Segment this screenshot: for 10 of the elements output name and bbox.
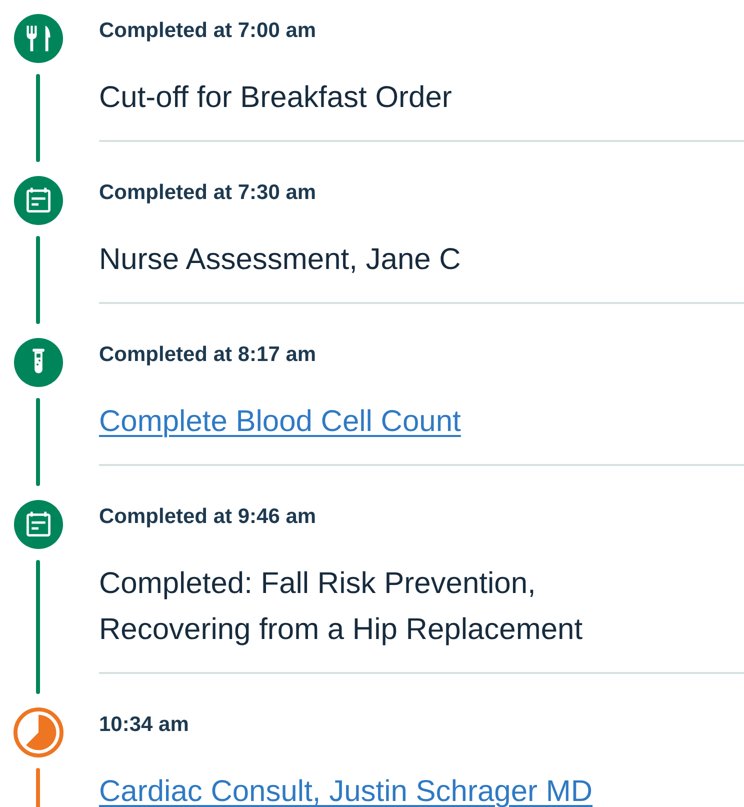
task-link[interactable]: Cardiac Consult, Justin Schrager MD <box>99 769 593 807</box>
completion-time: Completed at 8:17 am <box>99 342 318 368</box>
completion-time: Completed at 7:00 am <box>99 18 318 44</box>
completion-time: 10:34 am <box>99 712 190 738</box>
completion-time: Completed at 7:30 am <box>99 180 318 206</box>
completion-time: Completed at 9:46 am <box>99 504 318 530</box>
task-title: Completed: Fall Risk Prevention, Recovering from a Hip Replacement <box>99 566 584 648</box>
task-title: Cut-off for Breakfast Order <box>99 80 453 116</box>
task-title: Nurse Assessment, Jane C <box>99 242 462 278</box>
task-link[interactable]: Complete Blood Cell Count <box>99 399 461 445</box>
